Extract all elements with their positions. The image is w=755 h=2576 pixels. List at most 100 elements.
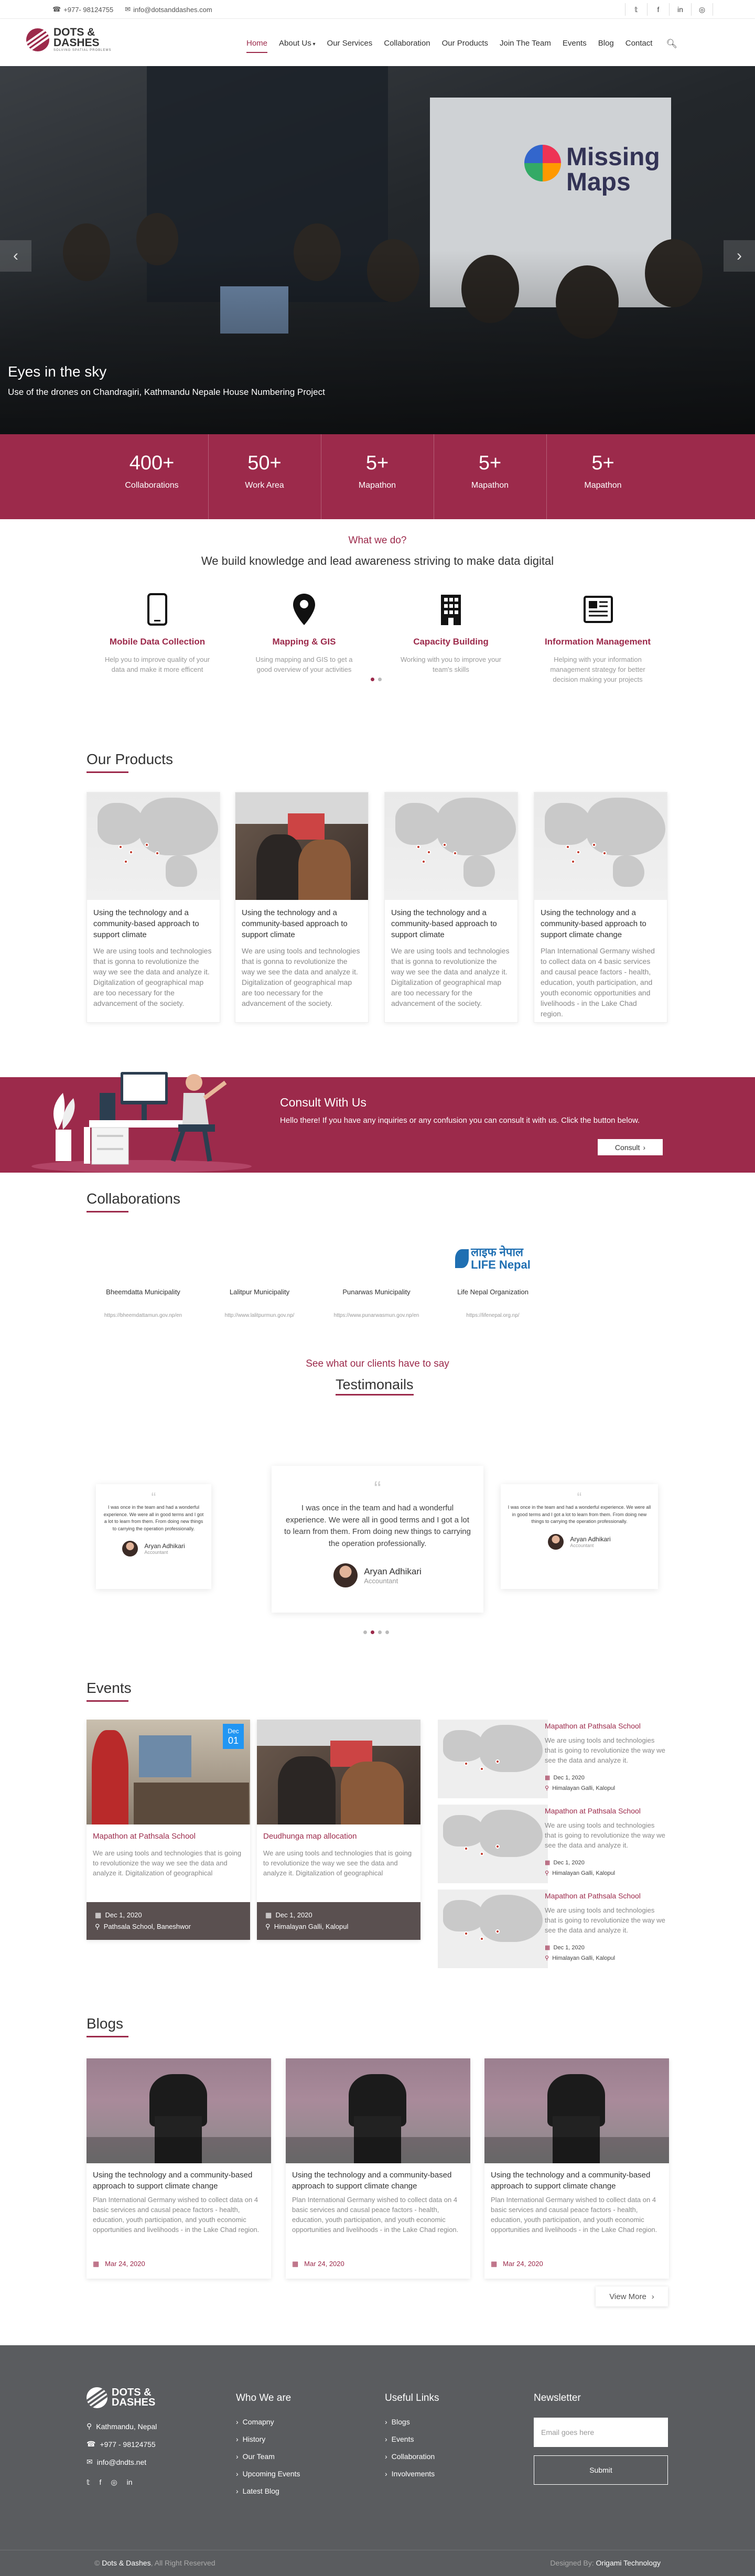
consult-button[interactable]: Consult › (598, 1139, 663, 1155)
facebook-icon[interactable]: f (100, 2478, 102, 2487)
stat-value: 400+ (129, 452, 175, 474)
newsletter-submit-button[interactable]: Submit (534, 2455, 668, 2485)
service-card[interactable]: Mapping & GIS Using mapping and GIS to g… (239, 593, 370, 674)
logo-mark-icon (26, 28, 49, 51)
footer-logo[interactable]: DOTS & DASHES (87, 2387, 157, 2408)
pagination-dot[interactable] (378, 678, 382, 681)
product-map-image (385, 792, 517, 900)
mail-icon: ✉ (125, 5, 131, 13)
stat-item: 400+ Collaborations (96, 434, 209, 519)
location-pin-icon: ⚲ (265, 1923, 271, 1930)
life-logo-sub: LIFE Nepal (471, 1258, 531, 1271)
footer-email[interactable]: ✉ info@dndts.net (87, 2457, 157, 2466)
collab-url[interactable]: https://lifenepal.org.np/ (440, 1313, 545, 1318)
event-title: Mapathon at Pathsala School (545, 1807, 641, 1815)
event-map-image (438, 1805, 548, 1883)
blog-card[interactable]: Using the technology and a community-bas… (87, 2058, 271, 2279)
twitter-icon[interactable]: 𝕥 (625, 3, 647, 16)
stat-item: 5+ Mapathon (547, 434, 660, 519)
testimonial-name: Aryan Adhikari (144, 1542, 185, 1550)
collab-url[interactable]: http://www.lalitpurmun.gov.np/ (207, 1313, 312, 1318)
copyright-brand[interactable]: Dots & Dashes (102, 2559, 150, 2567)
product-card[interactable]: Using the technology and a community-bas… (384, 792, 518, 1023)
view-more-button[interactable]: View More › (596, 2287, 668, 2306)
next-slide-arrow-icon[interactable]: › (724, 240, 755, 272)
collab-item[interactable]: Bheemdatta Municipality https://bheemdat… (91, 1238, 196, 1318)
instagram-icon[interactable]: ◎ (691, 3, 713, 16)
footer-link[interactable]: › Blogs (385, 2418, 439, 2426)
service-card[interactable]: Mobile Data Collection Help you to impro… (92, 593, 223, 674)
blog-card[interactable]: Using the technology and a community-bas… (286, 2058, 470, 2279)
footer-link[interactable]: › Events (385, 2435, 439, 2443)
nav-about[interactable]: About Us ▾ (279, 39, 316, 53)
blog-photo (87, 2058, 271, 2163)
event-list-item[interactable]: Mapathon at Pathsala School We are using… (438, 1720, 668, 1798)
linkedin-icon[interactable]: in (669, 3, 691, 16)
footer-newsletter-heading: Newsletter (534, 2392, 581, 2403)
hero-overlay (0, 250, 755, 434)
footer-link[interactable]: › History (236, 2435, 300, 2443)
service-card[interactable]: Capacity Building Working with you to im… (385, 593, 516, 674)
footer-link[interactable]: › Our Team (236, 2452, 300, 2461)
linkedin-icon[interactable]: in (127, 2478, 133, 2487)
prev-slide-arrow-icon[interactable]: ‹ (0, 240, 31, 272)
stat-label: Mapathon (358, 481, 396, 490)
event-card[interactable]: Deudhunga map allocation We are using to… (257, 1720, 420, 1940)
collab-item[interactable]: Punarwas Municipality https://www.punarw… (324, 1238, 429, 1318)
site-logo[interactable]: DOTS & DASHES SOLVING SPATIAL PROBLEMS (26, 27, 111, 52)
quote-icon: “ (577, 1489, 582, 1505)
event-desc: We are using tools and technologies that… (545, 1821, 665, 1849)
footer-link[interactable]: › Comapny (236, 2418, 300, 2426)
chevron-right-icon: › (236, 2487, 239, 2495)
pagination-dot[interactable] (371, 678, 374, 681)
product-card[interactable]: Using the technology and a community-bas… (87, 792, 220, 1023)
product-card[interactable]: Using the technology and a community-bas… (235, 792, 369, 1023)
footer-link[interactable]: › Involvements (385, 2470, 439, 2478)
blog-card[interactable]: Using the technology and a community-bas… (484, 2058, 669, 2279)
footer-link[interactable]: › Latest Blog (236, 2487, 300, 2495)
email-contact[interactable]: ✉ info@dotsanddashes.com (125, 5, 212, 14)
caret-down-icon: ▾ (311, 41, 316, 47)
product-photo (235, 792, 368, 900)
event-meta: ▦ Dec 1, 2020 ⚲ Pathsala School, Baneshw… (87, 1902, 250, 1940)
collab-item[interactable]: Lalitpur Municipality http://www.lalitpu… (207, 1238, 312, 1318)
event-list-item[interactable]: Mapathon at Pathsala School We are using… (438, 1805, 668, 1883)
testimonial-card: “ I was once in the team and had a wonde… (501, 1484, 658, 1589)
nav-products[interactable]: Our Products (442, 39, 488, 53)
nav-events[interactable]: Events (563, 39, 587, 53)
event-card[interactable]: Dec 01 Mapathon at Pathsala School We are… (87, 1720, 250, 1940)
nav-services[interactable]: Our Services (327, 39, 373, 53)
nav-blog[interactable]: Blog (598, 39, 614, 53)
calendar-icon: ▦ (545, 1775, 551, 1781)
search-icon[interactable]: 🔍︎ (666, 39, 677, 53)
pagination-dot[interactable] (371, 1630, 374, 1634)
collab-url[interactable]: https://www.punarwasmun.gov.np/en (324, 1313, 429, 1318)
footer-link[interactable]: › Upcoming Events (236, 2470, 300, 2478)
consult-button-label: Consult (614, 1143, 640, 1152)
twitter-icon[interactable]: 𝕥 (87, 2478, 90, 2487)
product-card[interactable]: Using the technology and a community-bas… (534, 792, 667, 1023)
logo-line2: DASHES (53, 37, 100, 49)
facebook-icon[interactable]: f (647, 3, 669, 16)
pagination-dot[interactable] (363, 1630, 367, 1634)
copyright: © Dots & Dashes, All Right Reserved (94, 2559, 215, 2567)
service-card[interactable]: Information Management Helping with your… (532, 593, 663, 684)
collab-item[interactable]: लाइफ नेपाल LIFE Nepal Life Nepal Organiza… (440, 1238, 545, 1318)
phone-contact[interactable]: ☎ +977- 98124755 (52, 5, 113, 14)
footer-useful-col: Useful Links › Blogs › Events › Collaborati… (385, 2392, 439, 2487)
pagination-dot[interactable] (378, 1630, 382, 1634)
nav-menu: Home About Us ▾ Our Services Collaborati… (246, 39, 677, 53)
footer-phone[interactable]: ☎ +977 - 98124755 (87, 2440, 157, 2449)
collab-url[interactable]: https://bheemdattamun.gov.np/en (91, 1313, 196, 1318)
nav-join[interactable]: Join The Team (500, 39, 551, 53)
nav-collaboration[interactable]: Collaboration (384, 39, 430, 53)
nav-contact[interactable]: Contact (625, 39, 653, 53)
newsletter-email-input[interactable]: Email goes here (534, 2418, 668, 2447)
event-list-item[interactable]: Mapathon at Pathsala School We are using… (438, 1890, 668, 1968)
pagination-dot[interactable] (385, 1630, 389, 1634)
footer-link-label: Our Team (242, 2452, 275, 2461)
footer-link[interactable]: › Collaboration (385, 2452, 439, 2461)
nav-home[interactable]: Home (246, 39, 268, 53)
instagram-icon[interactable]: ◎ (111, 2478, 117, 2487)
designer-link[interactable]: Origami Technology (596, 2559, 661, 2567)
